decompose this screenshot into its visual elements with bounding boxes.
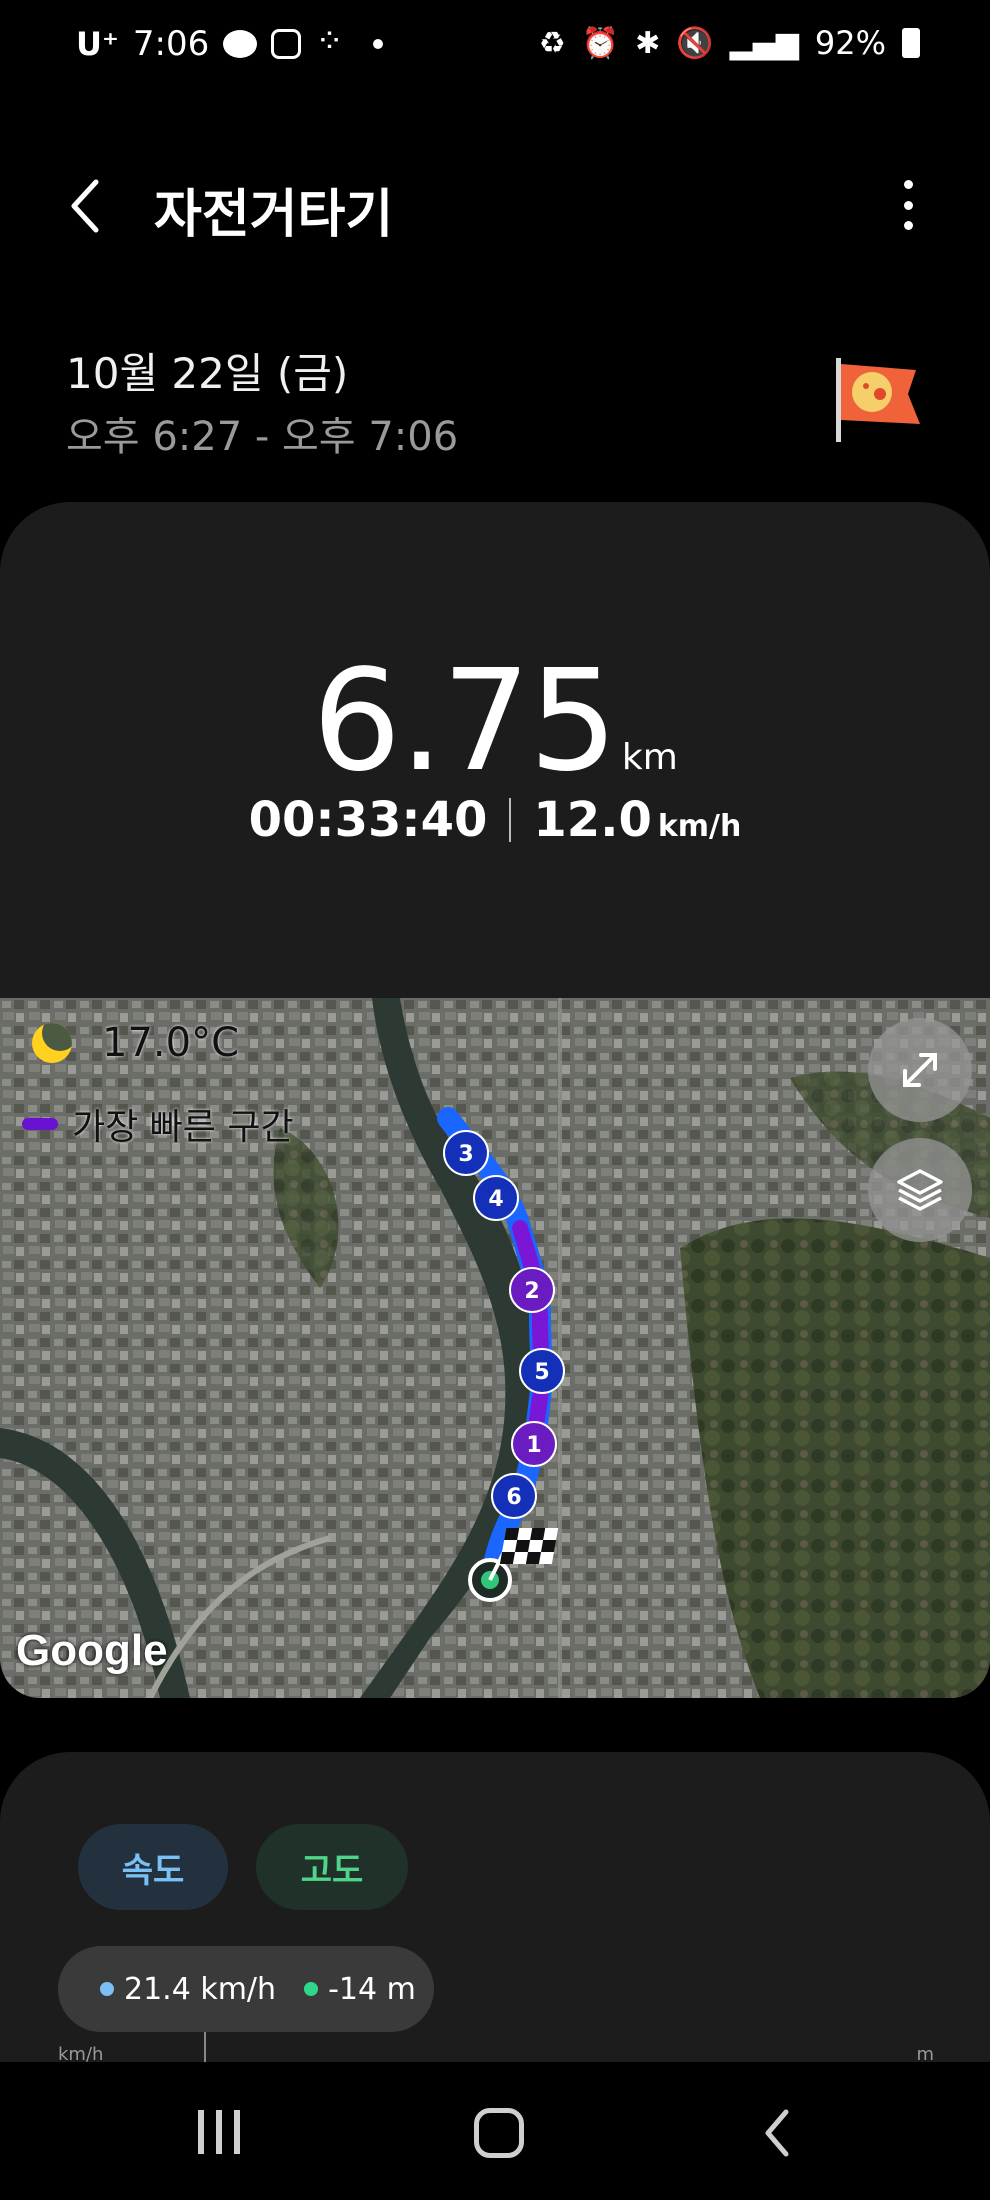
layers-icon <box>897 1169 943 1211</box>
recents-bar <box>198 2110 204 2154</box>
route-marker-4: 4 <box>473 1175 519 1221</box>
mute-icon: 🔇 <box>676 25 714 61</box>
alarm-icon: ⏰ <box>581 25 620 61</box>
svg-text:6: 6 <box>506 1485 521 1510</box>
finish-flag-icon <box>468 1528 559 1602</box>
battery-saver-icon: ♻ <box>538 25 566 61</box>
carrier-label: U⁺ <box>76 25 119 63</box>
signal-5g-icon: ▂▄▆ <box>729 25 799 61</box>
metrics-chart-card: 속도 고도 21.4 km/h -14 m km/h m <box>0 1752 990 2065</box>
recents-bar <box>216 2110 222 2154</box>
bluetooth-icon: ✱ <box>635 25 661 61</box>
more-dot <box>903 180 913 189</box>
status-bar-right: ♻ ⏰ ✱ 🔇 ▂▄▆ 92% <box>539 24 920 62</box>
route-marker-6: 6 <box>491 1473 537 1519</box>
system-back-button[interactable] <box>758 2108 798 2158</box>
readout-speed: 21.4 km/h <box>124 1971 277 2007</box>
altitude-dot <box>304 1982 319 1996</box>
svg-text:3: 3 <box>458 1142 473 1167</box>
distance-display: 6.75 km <box>0 640 990 803</box>
expand-map-button[interactable] <box>868 1018 972 1122</box>
expand-icon <box>903 1053 937 1087</box>
app-grid-notification-icon <box>315 21 345 61</box>
back-button[interactable] <box>62 176 112 236</box>
recents-button[interactable] <box>198 2110 240 2154</box>
svg-text:1: 1 <box>526 1433 541 1458</box>
status-bar: U⁺ 7:06 ♻ ⏰ ✱ 🔇 ▂▄▆ 92% <box>0 0 990 100</box>
battery-icon <box>902 28 920 58</box>
readout-altitude: -14 m <box>328 1971 416 2007</box>
speed-dot <box>100 1982 114 1996</box>
route-marker-5: 5 <box>519 1348 565 1394</box>
duration-value: 00:33:40 <box>248 792 488 848</box>
instagram-notification-icon <box>271 29 302 59</box>
back-chevron-icon <box>765 2109 789 2157</box>
more-dot <box>903 221 913 230</box>
route-map[interactable]: 17.0°C 가장 빠른 구간 342516 Google <box>0 998 990 1698</box>
route-marker-2: 2 <box>509 1267 555 1313</box>
home-button[interactable] <box>474 2108 524 2158</box>
workout-date: 10월 22일 (금) <box>66 349 349 398</box>
chart-readout: 21.4 km/h -14 m <box>58 1946 434 2032</box>
chart-cursor-line[interactable] <box>204 2032 206 2062</box>
route-marker-1: 1 <box>511 1421 557 1467</box>
summary-card: 6.75 km 00:33:40 12.0 km/h <box>0 502 990 1022</box>
axis-left-label: km/h <box>58 2044 104 2065</box>
kakaotalk-notification-icon <box>223 30 258 58</box>
battery-percent: 92% <box>814 24 886 62</box>
distance-value: 6.75 <box>312 640 618 803</box>
google-attribution: Google <box>16 1626 168 1675</box>
avg-speed-unit: km/h <box>657 809 742 844</box>
svg-text:2: 2 <box>524 1279 539 1304</box>
route-flag-icon[interactable] <box>830 354 926 444</box>
svg-text:5: 5 <box>534 1360 549 1385</box>
stats-divider <box>509 798 512 842</box>
more-options-button[interactable] <box>898 180 918 230</box>
app-header: 자전거타기 <box>0 160 990 250</box>
svg-text:4: 4 <box>488 1187 503 1212</box>
distance-unit: km <box>621 737 678 778</box>
tab-altitude[interactable]: 고도 <box>256 1824 408 1910</box>
route-marker-3: 3 <box>443 1130 489 1176</box>
recents-bar <box>234 2110 240 2154</box>
workout-time-range: 오후 6:27 - 오후 7:06 <box>66 414 459 460</box>
system-navigation-bar <box>0 2066 990 2200</box>
map-layers-button[interactable] <box>868 1138 972 1242</box>
more-dot <box>903 200 913 210</box>
axis-right-label: m <box>916 2044 934 2065</box>
avg-speed-value: 12.0 <box>533 792 652 848</box>
status-bar-left: U⁺ 7:06 <box>76 21 384 64</box>
more-notifications-dot-icon <box>373 39 384 49</box>
stats-row: 00:33:40 12.0 km/h <box>0 792 990 848</box>
chevron-left-icon <box>71 179 99 233</box>
clock: 7:06 <box>132 24 210 64</box>
tab-speed[interactable]: 속도 <box>78 1824 228 1910</box>
page-title: 자전거타기 <box>154 185 394 245</box>
